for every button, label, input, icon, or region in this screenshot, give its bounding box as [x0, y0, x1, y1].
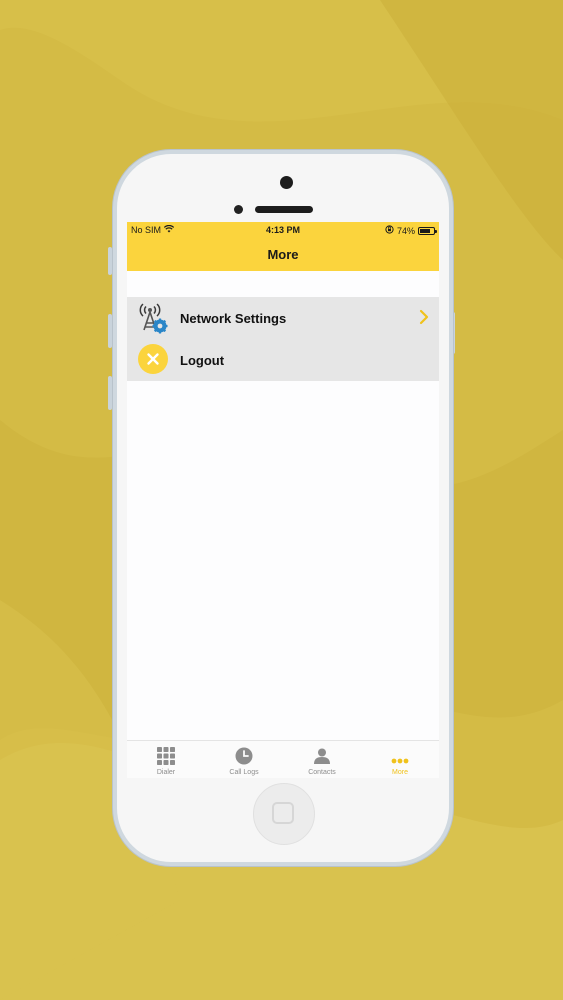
logout-icon-wrapper [137, 344, 169, 376]
tab-label: More [392, 769, 408, 776]
volume-up-button [108, 314, 112, 348]
mute-switch [108, 247, 112, 275]
menu-item-label: Logout [180, 352, 225, 368]
clock-icon [235, 747, 253, 770]
battery-fill [420, 228, 430, 233]
contacts-icon [313, 747, 331, 770]
tab-label: Dialer [156, 769, 176, 776]
tab-bar: Dialer Call Logs Contacts More [127, 740, 439, 778]
app-screen: No SIM 4:13 PM 74% More Network Settings… [127, 222, 439, 778]
keypad-icon [157, 747, 175, 770]
menu-item-label: Network Settings [180, 310, 287, 326]
menu-item-logout[interactable]: Logout [127, 339, 439, 381]
volume-down-button [108, 376, 112, 410]
network-settings-icon [137, 302, 169, 334]
earpiece-speaker [255, 206, 313, 213]
tab-call-logs[interactable]: Call Logs [205, 741, 283, 778]
battery-icon [418, 226, 437, 235]
battery-percent: 74% [396, 225, 415, 236]
proximity-sensor [234, 205, 243, 214]
tab-more[interactable]: More [361, 741, 439, 778]
front-camera [280, 176, 293, 189]
home-button[interactable] [253, 783, 315, 845]
tab-dialer[interactable]: Dialer [127, 741, 205, 778]
tab-contacts[interactable]: Contacts [283, 741, 361, 778]
more-dots-icon [391, 751, 409, 769]
tab-label: Call Logs [229, 769, 259, 776]
tab-label: Contacts [308, 769, 336, 776]
page-title: More [127, 238, 439, 271]
settings-menu: Network Settings Logout [127, 297, 439, 381]
status-bar: No SIM 4:13 PM 74% [127, 222, 439, 238]
home-button-square-icon [272, 802, 294, 824]
logout-icon [138, 344, 168, 374]
menu-item-network-settings[interactable]: Network Settings [127, 297, 439, 339]
orientation-lock-icon [385, 225, 394, 236]
chevron-right-icon [419, 309, 429, 330]
